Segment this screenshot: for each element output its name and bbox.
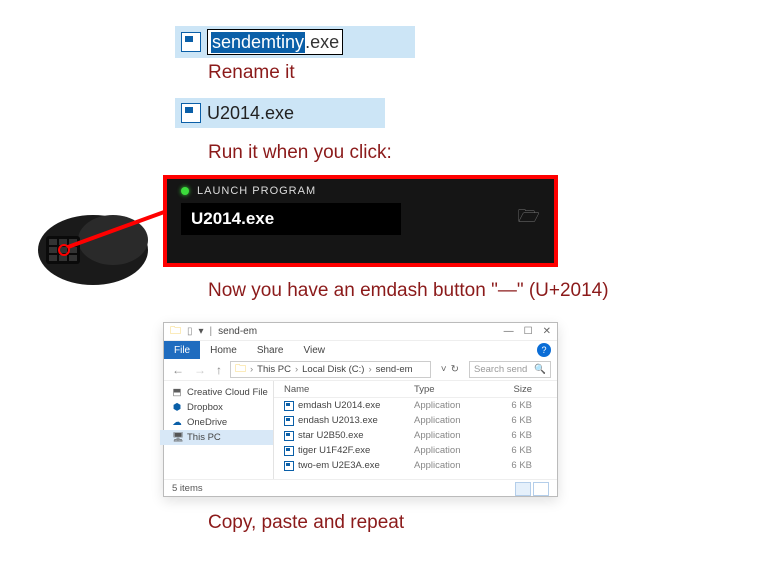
file-name: endash U2013.exe: [298, 415, 414, 426]
tree-item[interactable]: ⬢ Dropbox: [172, 400, 273, 415]
details-view-button[interactable]: [515, 482, 531, 496]
tree-item-icon: ⬒: [172, 387, 182, 398]
tree-item[interactable]: 🖥 This PC: [160, 430, 273, 445]
tree-item-label: Creative Cloud File: [187, 387, 268, 398]
file-entry-renamed[interactable]: U2014.exe: [175, 98, 385, 128]
status-led-icon: [181, 187, 189, 195]
forward-button[interactable]: →: [192, 363, 208, 377]
file-row[interactable]: two-em U2E3A.exeApplication6 KB: [274, 458, 557, 473]
instruction-run: Run it when you click:: [208, 142, 392, 164]
launch-program-header: LAUNCH PROGRAM: [181, 185, 540, 197]
dropdown-icon[interactable]: ▾: [199, 326, 204, 337]
exe-file-icon: [284, 461, 294, 471]
ribbon-home-tab[interactable]: Home: [200, 345, 247, 356]
file-row[interactable]: tiger U1F42F.exeApplication6 KB: [274, 443, 557, 458]
file-name: emdash U2014.exe: [298, 400, 414, 411]
search-icon: 🔍: [534, 364, 546, 375]
crumb-folder[interactable]: send-em: [376, 364, 413, 375]
launch-program-title: LAUNCH PROGRAM: [197, 185, 316, 197]
file-list: Name Type Size emdash U2014.exeApplicati…: [274, 381, 557, 479]
folder-icon: 🗀: [170, 326, 181, 337]
status-bar: 5 items: [164, 479, 557, 497]
instruction-emdash: Now you have an emdash button "—" (U+201…: [208, 280, 609, 302]
tree-item-icon: ⬢: [172, 402, 182, 413]
launch-program-path[interactable]: U2014.exe: [181, 203, 401, 235]
instruction-rename: Rename it: [208, 62, 295, 84]
crumb-this-pc[interactable]: This PC: [257, 364, 291, 375]
file-size: 6 KB: [494, 415, 544, 426]
address-breadcrumb[interactable]: 🗀 › This PC › Local Disk (C:) › send-em: [230, 361, 431, 378]
window-titlebar[interactable]: 🗀 ▯ ▾ | send-em — ☐ ✕: [164, 323, 557, 341]
ribbon-file-tab[interactable]: File: [164, 341, 200, 359]
exe-file-icon: [284, 431, 294, 441]
exe-file-icon: [284, 401, 294, 411]
tree-item-label: OneDrive: [187, 417, 227, 428]
file-row[interactable]: endash U2013.exeApplication6 KB: [274, 413, 557, 428]
tiles-view-button[interactable]: [533, 482, 549, 496]
window-title: send-em: [218, 326, 257, 337]
quick-access-icon: ▯: [187, 326, 193, 337]
file-size: 6 KB: [494, 400, 544, 411]
col-size[interactable]: Size: [494, 384, 544, 395]
tree-item-icon: ☁: [172, 417, 182, 428]
file-size: 6 KB: [494, 445, 544, 456]
file-type: Application: [414, 400, 494, 411]
file-name: tiger U1F42F.exe: [298, 445, 414, 456]
file-row[interactable]: emdash U2014.exeApplication6 KB: [274, 398, 557, 413]
gaming-mouse-illustration: [8, 200, 158, 300]
col-name[interactable]: Name: [274, 384, 414, 395]
file-type: Application: [414, 460, 494, 471]
filename-selected-text: sendemtiny: [211, 32, 305, 53]
file-type: Application: [414, 415, 494, 426]
tree-item-label: This PC: [187, 432, 221, 443]
folder-icon: 🗀: [235, 364, 246, 375]
refresh-icon[interactable]: ↻: [451, 364, 459, 375]
file-type: Application: [414, 445, 494, 456]
exe-file-icon: [181, 32, 201, 52]
minimize-button[interactable]: —: [504, 326, 514, 337]
col-type[interactable]: Type: [414, 384, 494, 395]
tree-item-icon: 🖥: [172, 432, 182, 443]
filename-extension: .exe: [305, 32, 339, 53]
ribbon: File Home Share View ?: [164, 341, 557, 359]
renamed-filename: U2014.exe: [207, 103, 294, 124]
maximize-button[interactable]: ☐: [524, 326, 533, 337]
exe-file-icon: [284, 446, 294, 456]
file-explorer-window: 🗀 ▯ ▾ | send-em — ☐ ✕ File Home Share Vi…: [163, 322, 558, 497]
instruction-copy-paste: Copy, paste and repeat: [208, 512, 404, 534]
file-size: 6 KB: [494, 460, 544, 471]
exe-file-icon: [284, 416, 294, 426]
navigation-tree[interactable]: ⬒ Creative Cloud File ⬢ Dropbox ☁ OneDrive 🖥 Th…: [164, 381, 274, 479]
launch-program-panel: LAUNCH PROGRAM U2014.exe 🗁: [163, 175, 558, 267]
file-size: 6 KB: [494, 430, 544, 441]
column-headers[interactable]: Name Type Size: [274, 381, 557, 398]
ribbon-share-tab[interactable]: Share: [247, 345, 294, 356]
browse-folder-icon[interactable]: 🗁: [518, 204, 540, 234]
tree-item[interactable]: ☁ OneDrive: [172, 415, 273, 430]
file-type: Application: [414, 430, 494, 441]
search-box[interactable]: Search send 🔍: [469, 361, 551, 378]
file-row[interactable]: star U2B50.exeApplication6 KB: [274, 428, 557, 443]
ribbon-view-tab[interactable]: View: [294, 345, 336, 356]
help-button[interactable]: ?: [537, 343, 551, 357]
back-button[interactable]: ←: [170, 363, 186, 377]
file-name: two-em U2E3A.exe: [298, 460, 414, 471]
crumb-drive[interactable]: Local Disk (C:): [302, 364, 364, 375]
file-rename-entry[interactable]: sendemtiny.exe: [175, 26, 415, 58]
address-bar-row: ← → ↑ 🗀 › This PC › Local Disk (C:) › se…: [164, 359, 557, 381]
tree-item-label: Dropbox: [187, 402, 223, 413]
addr-dropdown-icon[interactable]: ˅: [441, 364, 447, 375]
exe-file-icon: [181, 103, 201, 123]
tree-item[interactable]: ⬒ Creative Cloud File: [172, 385, 273, 400]
search-placeholder: Search send: [474, 364, 527, 375]
up-button[interactable]: ↑: [214, 363, 224, 377]
file-name: star U2B50.exe: [298, 430, 414, 441]
filename-edit-box[interactable]: sendemtiny.exe: [207, 29, 343, 55]
item-count: 5 items: [172, 483, 203, 494]
close-button[interactable]: ✕: [543, 326, 551, 337]
